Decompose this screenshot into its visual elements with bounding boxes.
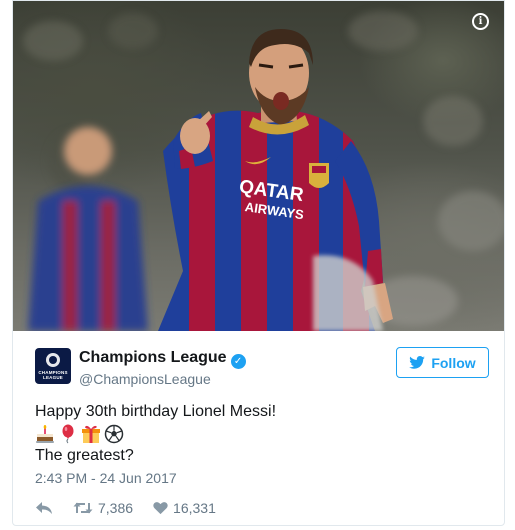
like-count: 16,331 — [173, 500, 216, 516]
tweet-card: QATAR AIRWAYS i CHAMPIONS LEAGUE Champio… — [12, 0, 505, 526]
author-name-row[interactable]: Champions League ✓ — [79, 349, 246, 369]
emoji-row — [35, 423, 276, 445]
tweet-timestamp[interactable]: 2:43 PM - 24 Jun 2017 — [35, 470, 177, 486]
author-handle[interactable]: @ChampionsLeague — [79, 371, 211, 387]
heart-icon — [153, 502, 168, 515]
avatar-text: CHAMPIONS LEAGUE — [38, 370, 68, 380]
photo-scene: QATAR AIRWAYS — [23, 11, 504, 331]
info-icon[interactable]: i — [472, 13, 489, 30]
follow-button[interactable]: Follow — [396, 347, 489, 378]
tweet-text-line3: The greatest? — [35, 447, 134, 464]
tweet-text: Happy 30th birthday Lionel Messi! The gr… — [35, 401, 276, 467]
background-player — [28, 127, 148, 331]
tweet-photo[interactable]: QATAR AIRWAYS i — [13, 1, 504, 331]
tweet-text-line1: Happy 30th birthday Lionel Messi! — [35, 403, 277, 420]
soccer-ball-icon — [104, 424, 124, 444]
retweet-icon — [73, 502, 93, 514]
like-button[interactable]: 16,331 — [153, 500, 216, 516]
retweet-count: 7,386 — [98, 500, 134, 516]
twitter-bird-icon — [409, 356, 426, 369]
birthday-cake-icon — [36, 425, 54, 443]
verified-icon: ✓ — [230, 354, 246, 369]
reply-icon — [36, 502, 52, 514]
follow-label: Follow — [431, 354, 476, 371]
tweet-actions: 7,386 16,331 — [35, 498, 236, 518]
wrapped-gift-icon — [82, 425, 100, 443]
author-name[interactable]: Champions League — [79, 349, 227, 366]
avatar[interactable]: CHAMPIONS LEAGUE — [35, 348, 71, 384]
starball-logo — [46, 353, 60, 367]
retweet-button[interactable]: 7,386 — [73, 500, 133, 516]
balloon-icon — [62, 424, 74, 444]
reply-button[interactable] — [35, 501, 53, 515]
